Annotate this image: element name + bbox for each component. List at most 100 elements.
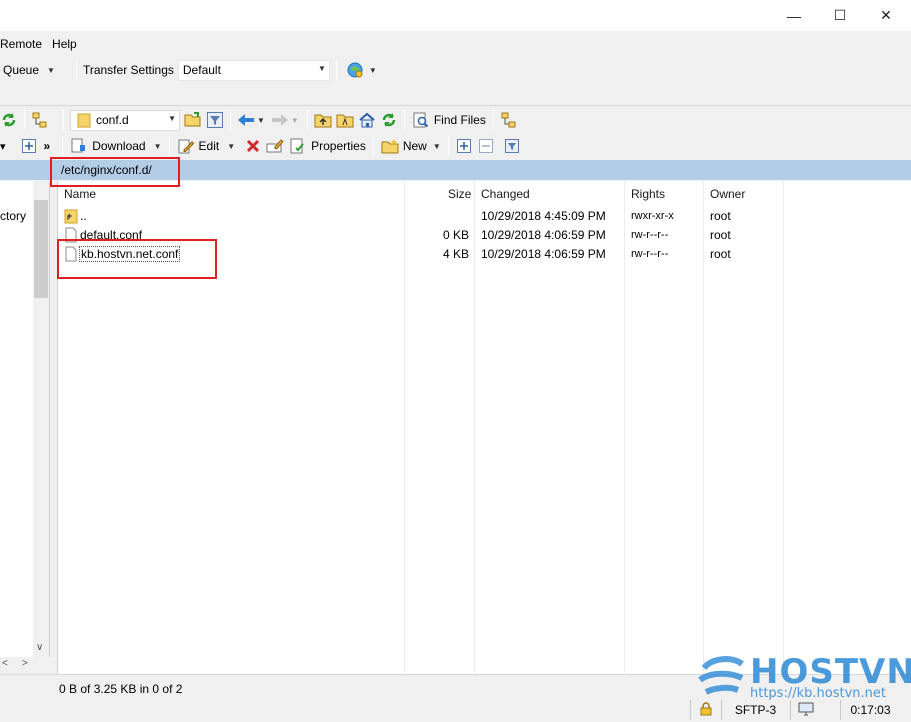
download-label: Download bbox=[92, 139, 146, 153]
toolbar-divider bbox=[372, 136, 374, 156]
back-arrow-icon[interactable] bbox=[237, 111, 255, 129]
find-files-icon bbox=[412, 111, 430, 129]
local-scroll-thumb[interactable] bbox=[34, 200, 48, 298]
home-icon[interactable] bbox=[358, 111, 376, 129]
queue-label: Queue bbox=[3, 63, 40, 77]
properties-label: Properties bbox=[311, 139, 366, 153]
chevron-down-icon: ▼ bbox=[153, 141, 162, 151]
properties-button[interactable]: Properties bbox=[286, 135, 369, 157]
hostvn-watermark: HOSTVN https://kb.hostvn.net bbox=[698, 652, 911, 702]
menu-bar: Remote Help bbox=[0, 33, 87, 55]
file-rights: rw-r--r-- bbox=[631, 229, 669, 241]
file-owner: root bbox=[710, 247, 731, 261]
folder-icon bbox=[75, 111, 93, 129]
monitor-icon bbox=[798, 702, 814, 719]
more-tools-icon[interactable]: » bbox=[44, 139, 51, 153]
new-folder-icon bbox=[381, 137, 399, 155]
file-rights: rw-r--r-- bbox=[631, 248, 669, 260]
parent-folder-icon bbox=[62, 207, 80, 225]
toolbar-divider bbox=[335, 60, 337, 80]
chevron-down-icon: ▼ bbox=[47, 65, 55, 75]
column-header-size[interactable]: Size bbox=[448, 187, 471, 201]
find-files-button[interactable]: Find Files bbox=[409, 109, 489, 131]
elapsed-time: 0:17:03 bbox=[840, 700, 900, 720]
minimize-button[interactable]: — bbox=[771, 0, 817, 31]
local-horizontal-scrollbar[interactable]: < > bbox=[0, 657, 50, 673]
rename-icon[interactable] bbox=[266, 137, 284, 155]
maximize-button[interactable]: ☐ bbox=[817, 0, 863, 31]
properties-icon bbox=[289, 137, 307, 155]
root-directory-icon[interactable] bbox=[336, 111, 354, 129]
parent-directory-icon[interactable] bbox=[314, 111, 332, 129]
overflow-chevron-icon[interactable]: ▾ bbox=[0, 140, 6, 153]
menu-remote[interactable]: Remote bbox=[0, 37, 46, 51]
toolbar-divider bbox=[24, 110, 25, 130]
chevron-down-icon[interactable]: ▼ bbox=[291, 116, 299, 125]
local-partial-label: ctory bbox=[0, 209, 27, 223]
transfer-settings-label: Transfer Settings bbox=[82, 63, 174, 77]
lock-icon bbox=[700, 701, 712, 719]
edit-label: Edit bbox=[198, 139, 220, 153]
column-divider bbox=[474, 181, 475, 674]
select-icon[interactable] bbox=[455, 137, 473, 155]
globe-gear-icon bbox=[346, 61, 364, 79]
tree-icon[interactable] bbox=[31, 111, 49, 129]
file-highlight-box bbox=[57, 239, 217, 279]
close-icon: ✕ bbox=[880, 7, 892, 23]
column-header-owner[interactable]: Owner bbox=[710, 187, 745, 201]
column-divider bbox=[624, 181, 625, 674]
connection-status bbox=[790, 700, 820, 720]
tree-icon[interactable] bbox=[500, 111, 518, 129]
transfer-settings-value: Default bbox=[182, 63, 221, 77]
chevron-down-icon: ▼ bbox=[168, 113, 176, 123]
close-button[interactable]: ✕ bbox=[863, 0, 909, 31]
download-button[interactable]: Download ▼ bbox=[67, 135, 164, 157]
directory-select-value: conf.d bbox=[96, 113, 129, 127]
scroll-down-arrow-icon[interactable]: ∨ bbox=[36, 642, 43, 653]
new-button[interactable]: New ▼ bbox=[378, 135, 444, 157]
hostvn-url: https://kb.hostvn.net bbox=[750, 686, 886, 701]
file-name: .. bbox=[80, 209, 87, 223]
column-divider bbox=[703, 181, 704, 674]
delete-icon[interactable] bbox=[244, 137, 262, 155]
directory-select[interactable]: conf.d ▼ bbox=[70, 109, 180, 131]
preferences-button[interactable]: ▼ bbox=[341, 59, 380, 81]
hostvn-logo-icon bbox=[698, 654, 746, 701]
path-highlight-box bbox=[50, 157, 180, 187]
filter-icon[interactable] bbox=[503, 137, 521, 155]
column-header-rights[interactable]: Rights bbox=[631, 187, 665, 201]
column-divider bbox=[783, 181, 784, 674]
toolbar-divider bbox=[63, 110, 64, 130]
toolbar-divider bbox=[168, 136, 170, 156]
protocol-status: SFTP-3 bbox=[721, 700, 789, 720]
chevron-down-icon[interactable]: ▼ bbox=[257, 116, 265, 125]
toolbar-divider bbox=[447, 136, 449, 156]
file-changed: 10/29/2018 4:06:59 PM bbox=[481, 247, 606, 261]
find-files-label: Find Files bbox=[433, 113, 486, 127]
file-size: 4 KB bbox=[443, 247, 470, 261]
select-all-icon[interactable] bbox=[20, 137, 38, 155]
menu-help[interactable]: Help bbox=[52, 37, 81, 51]
edit-button[interactable]: Edit ▼ bbox=[174, 135, 239, 157]
file-changed: 10/29/2018 4:45:09 PM bbox=[481, 209, 606, 223]
toolbar-divider bbox=[492, 110, 494, 130]
open-folder-icon[interactable] bbox=[184, 111, 202, 129]
column-header-changed[interactable]: Changed bbox=[481, 187, 530, 201]
transfer-settings-select[interactable]: Default ▼ bbox=[177, 59, 330, 81]
chevron-down-icon: ▼ bbox=[227, 141, 236, 151]
scroll-left-arrow-icon[interactable]: < bbox=[2, 658, 8, 669]
chevron-down-icon: ▼ bbox=[368, 65, 377, 75]
forward-arrow-icon[interactable] bbox=[271, 111, 289, 129]
refresh-icon[interactable] bbox=[0, 111, 18, 129]
refresh-icon[interactable] bbox=[380, 111, 398, 129]
maximize-icon: ☐ bbox=[833, 7, 847, 23]
chevron-down-icon: ▼ bbox=[432, 141, 441, 151]
scroll-right-arrow-icon[interactable]: > bbox=[22, 658, 28, 669]
file-owner: root bbox=[710, 209, 731, 223]
filter-icon[interactable] bbox=[206, 111, 224, 129]
file-size: 0 KB bbox=[443, 228, 470, 242]
unselect-icon[interactable] bbox=[477, 137, 495, 155]
column-header-name[interactable]: Name bbox=[64, 187, 96, 201]
queue-button[interactable]: Queue ▼ bbox=[0, 59, 58, 81]
new-label: New bbox=[402, 139, 427, 153]
